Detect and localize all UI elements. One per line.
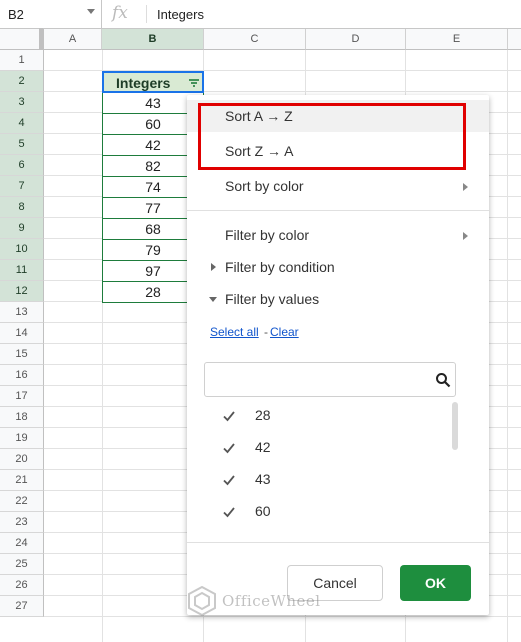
row-header-19[interactable]: 19 <box>0 428 44 449</box>
row-header-11[interactable]: 11 <box>0 260 44 281</box>
row-header-5[interactable]: 5 <box>0 134 44 155</box>
chevron-down-icon[interactable] <box>87 9 95 14</box>
chevron-right-icon <box>463 232 468 240</box>
sort-highlight-box <box>198 103 466 170</box>
filter-value-item[interactable]: 42 <box>187 432 457 464</box>
row-header-26[interactable]: 26 <box>0 575 44 596</box>
row-header-12[interactable]: 12 <box>0 281 44 302</box>
row-header-23[interactable]: 23 <box>0 512 44 533</box>
officewheel-watermark: OfficeWheel <box>188 584 338 620</box>
formula-bar: B2 fx Integers <box>0 0 521 29</box>
row-header-7[interactable]: 7 <box>0 176 44 197</box>
filter-value-item[interactable]: 43 <box>187 464 457 496</box>
row-header-4[interactable]: 4 <box>0 113 44 134</box>
filter-value-label: 42 <box>255 439 271 455</box>
row-header-25[interactable]: 25 <box>0 554 44 575</box>
header-cell-label: Integers <box>116 75 171 91</box>
checkmark-icon[interactable] <box>223 442 235 454</box>
column-header-b[interactable]: B <box>102 29 204 50</box>
row-header-17[interactable]: 17 <box>0 386 44 407</box>
clear-link[interactable]: Clear <box>270 325 299 339</box>
row-header-3[interactable]: 3 <box>0 92 44 113</box>
formula-input[interactable]: Integers <box>157 7 204 22</box>
select-all-link[interactable]: Select all <box>210 325 259 339</box>
row-header-1[interactable]: 1 <box>0 50 44 71</box>
column-header-f[interactable] <box>508 29 521 50</box>
column-header-a[interactable]: A <box>44 29 102 50</box>
filter-value-label: 60 <box>255 503 271 519</box>
filter-by-condition[interactable]: Filter by condition <box>225 259 335 275</box>
filter-value-item[interactable]: 60 <box>187 496 457 528</box>
row-header-13[interactable]: 13 <box>0 302 44 323</box>
values-search-input[interactable] <box>204 362 456 397</box>
row-header-14[interactable]: 14 <box>0 323 44 344</box>
expand-right-icon[interactable] <box>211 263 216 271</box>
watermark-text: OfficeWheel <box>222 592 321 610</box>
row-header-27[interactable]: 27 <box>0 596 44 617</box>
link-separator: - <box>264 325 268 339</box>
menu-divider <box>187 542 489 543</box>
row-header-24[interactable]: 24 <box>0 533 44 554</box>
ok-button[interactable]: OK <box>400 565 471 601</box>
search-icon <box>436 373 451 388</box>
row-header-18[interactable]: 18 <box>0 407 44 428</box>
sort-by-color[interactable]: Sort by color <box>225 178 304 194</box>
filter-by-color[interactable]: Filter by color <box>225 227 309 243</box>
row-header-9[interactable]: 9 <box>0 218 44 239</box>
collapse-down-icon[interactable] <box>209 297 217 302</box>
select-all-corner[interactable] <box>0 28 44 50</box>
row-header-10[interactable]: 10 <box>0 239 44 260</box>
filter-by-values[interactable]: Filter by values <box>225 291 319 307</box>
divider <box>146 5 147 23</box>
filter-value-label: 43 <box>255 471 271 487</box>
chevron-right-icon <box>463 183 468 191</box>
filter-value-item[interactable]: 28 <box>187 400 457 432</box>
checkmark-icon[interactable] <box>223 474 235 486</box>
checkmark-icon[interactable] <box>223 506 235 518</box>
row-header-8[interactable]: 8 <box>0 197 44 218</box>
row-header-2[interactable]: 2 <box>0 71 44 92</box>
row-header-16[interactable]: 16 <box>0 365 44 386</box>
checkmark-icon[interactable] <box>223 410 235 422</box>
column-header-d[interactable]: D <box>306 29 406 50</box>
name-box-value: B2 <box>8 7 24 22</box>
filter-menu: Sort A → Z Sort Z → A Sort by color Filt… <box>187 95 489 615</box>
row-header-6[interactable]: 6 <box>0 155 44 176</box>
column-header-c[interactable]: C <box>204 29 306 50</box>
menu-divider <box>187 210 489 211</box>
filter-icon[interactable] <box>188 77 200 89</box>
officewheel-logo-icon <box>188 586 216 616</box>
values-scrollbar[interactable] <box>452 402 458 450</box>
name-box[interactable]: B2 <box>0 0 102 28</box>
row-header-15[interactable]: 15 <box>0 344 44 365</box>
header-cell-integers[interactable]: Integers <box>102 71 204 93</box>
fx-icon: fx <box>112 3 128 23</box>
row-header-21[interactable]: 21 <box>0 470 44 491</box>
row-header-20[interactable]: 20 <box>0 449 44 470</box>
row-header-22[interactable]: 22 <box>0 491 44 512</box>
filter-value-label: 28 <box>255 407 271 423</box>
column-header-e[interactable]: E <box>406 29 508 50</box>
